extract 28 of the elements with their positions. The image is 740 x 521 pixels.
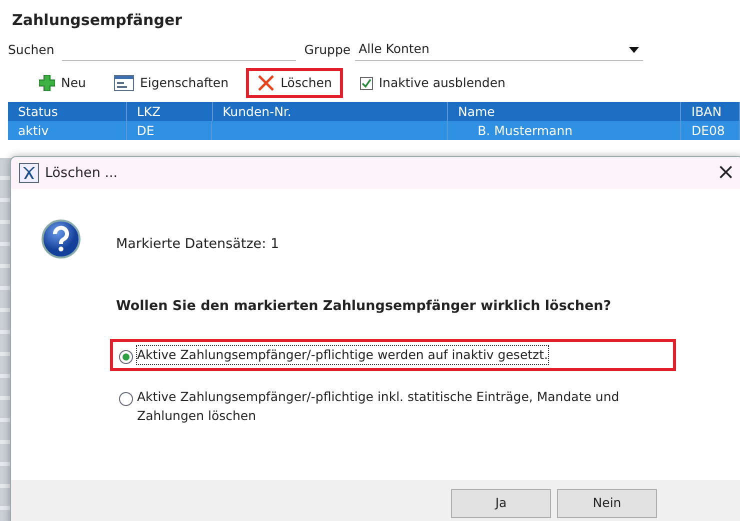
search-label: Suchen bbox=[8, 40, 54, 59]
radio-dot-icon bbox=[122, 352, 130, 360]
app-icon bbox=[19, 163, 39, 183]
group-dropdown[interactable]: Alle Konten bbox=[354, 39, 643, 61]
table-cell: DE bbox=[136, 123, 154, 138]
caret-icon bbox=[628, 46, 639, 52]
dialog-title: Löschen ... bbox=[45, 164, 119, 183]
radio-option[interactable]: Aktive Zahlungsempfänger/-pflichtige inkl. statitische Einträge, Mandate und Zahlungen löschen bbox=[110, 381, 676, 433]
close-button[interactable]: × bbox=[716, 162, 735, 184]
toolbar-button[interactable]: Löschen bbox=[246, 68, 343, 98]
page-title: Zahlungsempfänger bbox=[11, 10, 184, 31]
group-label: Gruppe bbox=[304, 40, 351, 59]
question-icon bbox=[41, 219, 81, 259]
cross-icon bbox=[256, 74, 275, 92]
check-icon bbox=[360, 78, 372, 88]
table-cell: DE08 bbox=[691, 123, 725, 138]
table-cell: B. Mustermann bbox=[478, 123, 573, 138]
radio-option[interactable]: Aktive Zahlungsempfänger/-pflichtige werden auf inaktiv gesetzt. bbox=[110, 338, 676, 372]
toolbar-button[interactable]: Eigenschaften bbox=[102, 68, 240, 98]
group-value: Alle Konten bbox=[358, 40, 430, 58]
dialog-button[interactable]: Ja bbox=[451, 489, 551, 518]
window-icon bbox=[114, 75, 134, 91]
dialog-button[interactable]: Nein bbox=[557, 489, 657, 518]
toolbar-button[interactable]: Neu bbox=[28, 68, 97, 98]
record-count-text: Markierte Datensätze: 1 bbox=[116, 235, 280, 254]
table-cell: aktiv bbox=[18, 123, 49, 138]
plus-icon bbox=[39, 75, 55, 91]
question-text: Wollen Sie den markierten Zahlungsempfänger wirklich löschen? bbox=[116, 297, 612, 316]
